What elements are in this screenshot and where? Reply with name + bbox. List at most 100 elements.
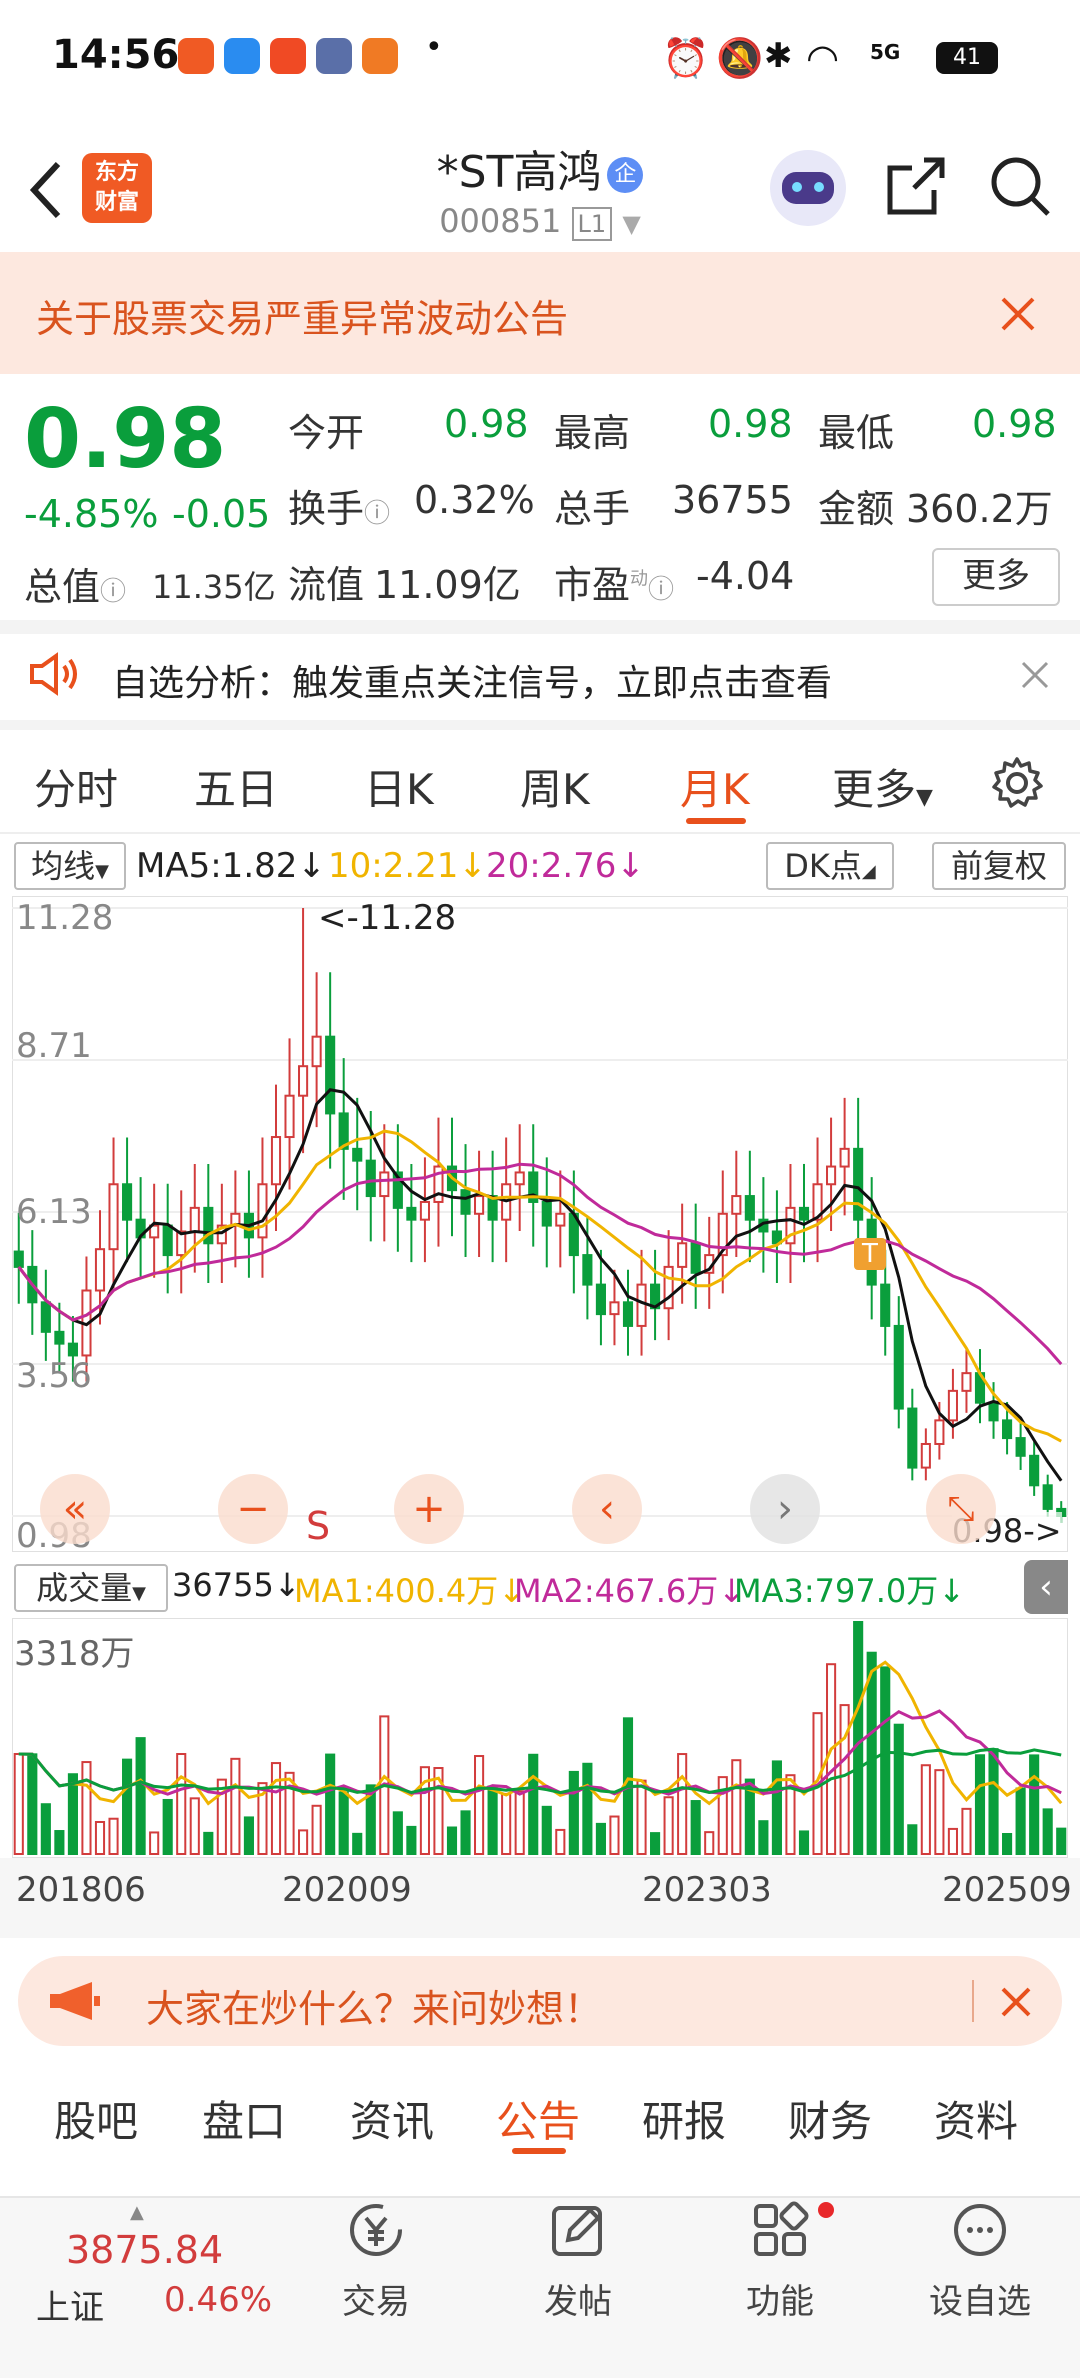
market-cap-label: 总值ⓘ (24, 556, 126, 611)
status-bar: 14:56 • ⏰ 🔕 ✱ ◠ 5G 41 (0, 0, 1080, 110)
volume-label: 总手 (554, 487, 631, 531)
max-price-marker: <-11.28 (318, 898, 457, 938)
y-axis-label: 8.71 (16, 1026, 92, 1066)
settings-gear-icon[interactable] (990, 756, 1044, 810)
tab-news[interactable]: 资讯 (350, 2088, 434, 2149)
tab-order-book[interactable]: 盘口 (202, 2088, 286, 2149)
level-badge: L1 (571, 207, 613, 241)
battery-level: 41 (953, 45, 981, 70)
open-label: 今开 (288, 411, 365, 455)
zoom-in-icon[interactable]: + (394, 1474, 464, 1544)
active-tab-indicator (686, 818, 746, 824)
notification-dot (818, 2202, 834, 2218)
stock-code: 000851 (439, 202, 562, 240)
wifi-icon: ◠ (806, 36, 840, 80)
kline-chart[interactable] (12, 896, 1068, 1552)
index-name[interactable]: 上证 (36, 2280, 104, 2329)
low-label: 最低 (818, 411, 895, 455)
status-time: 14:56 (52, 32, 180, 78)
app-notification-icon (362, 38, 398, 74)
nav-trade[interactable]: 交易 (296, 2200, 456, 2323)
y-axis-label: 3.56 (16, 1356, 92, 1396)
collapse-panel-icon[interactable]: ‹ (1024, 1560, 1068, 1614)
expand-caret-icon[interactable]: ▲ (130, 2202, 144, 2223)
tab-weekly-k[interactable]: 周K (520, 756, 590, 817)
dropdown-arrow-icon: ▼ (132, 1583, 146, 1604)
x-axis-area (0, 1858, 1080, 1938)
app-notification-icon (316, 38, 352, 74)
tab-profile[interactable]: 资料 (934, 2088, 1018, 2149)
analysis-text: 自选分析：触发重点关注信号，立即点击查看 (112, 663, 833, 704)
x-axis-label: 202303 (642, 1870, 772, 1910)
nav-functions[interactable]: 功能 (700, 2200, 860, 2323)
share-icon[interactable] (884, 154, 948, 218)
tab-daily-k[interactable]: 日K (364, 756, 434, 817)
ma10-legend: 10:2.21↓ (328, 846, 487, 886)
functions-grid-icon (754, 2201, 809, 2256)
chevron-down-icon: ▼ (622, 210, 641, 238)
x-axis-label: 202009 (282, 1870, 412, 1910)
ma-type-select[interactable]: 均线▼ (14, 842, 126, 890)
market-cap-value: 11.35亿 (152, 568, 276, 606)
zoom-out-icon[interactable]: − (218, 1474, 288, 1544)
info-icon[interactable]: ⓘ (100, 577, 126, 607)
y-axis-label: 6.13 (16, 1192, 92, 1232)
stock-header: 东方 财富 *ST高鸿企 000851 L1 ▼ (0, 130, 1080, 250)
pe-label: 市盈动ⓘ (554, 554, 674, 609)
announcement-banner[interactable]: 关于股票交易严重异常波动公告 (0, 252, 1080, 374)
separator (972, 1980, 974, 2022)
float-cap-label: 流值 (288, 563, 365, 607)
trade-yen-icon (350, 2204, 402, 2256)
promo-text: 大家在炒什么？来问妙想！ (146, 1987, 603, 2031)
index-value[interactable]: 3875.84 (66, 2228, 223, 2272)
float-cap-value: 11.09亿 (374, 563, 521, 607)
indicator-select[interactable]: 成交量▼ (14, 1564, 168, 1612)
divider (0, 832, 1080, 834)
edit-post-icon (552, 2206, 602, 2256)
battery-icon: 41 (936, 42, 998, 74)
tab-monthly-k[interactable]: 月K (680, 756, 750, 817)
tab-financials[interactable]: 财务 (788, 2088, 872, 2149)
adjust-price-button[interactable]: 前复权 (932, 842, 1066, 890)
close-icon[interactable] (1000, 296, 1036, 332)
tab-more[interactable]: 更多▼ (832, 756, 933, 817)
volume-value: 36755 (672, 478, 793, 522)
scroll-left-icon[interactable]: ‹ (572, 1474, 642, 1544)
analysis-banner[interactable]: 自选分析：触发重点关注信号，立即点击查看 (0, 634, 1080, 720)
info-icon[interactable]: ⓘ (648, 575, 674, 605)
active-tab-indicator (512, 2148, 566, 2154)
more-dot-icon: • (425, 30, 443, 65)
info-icon[interactable]: ⓘ (364, 499, 390, 529)
tab-forum[interactable]: 股吧 (54, 2088, 138, 2149)
tab-five-day[interactable]: 五日 (194, 756, 278, 817)
t-signal-marker[interactable]: T (854, 1238, 886, 1270)
nav-add-watchlist[interactable]: 设自选 (900, 2200, 1060, 2323)
search-icon[interactable] (988, 154, 1054, 220)
dropdown-arrow-icon: ◢ (861, 861, 876, 882)
nav-trade-label: 交易 (342, 2282, 410, 2322)
ai-prompt-banner[interactable]: 大家在炒什么？来问妙想！ (18, 1956, 1062, 2046)
close-icon[interactable] (1000, 1986, 1032, 2018)
vol-ma2-legend: MA2:467.6万↓ (514, 1572, 746, 1610)
close-icon[interactable] (1020, 660, 1050, 690)
tab-intraday[interactable]: 分时 (34, 756, 118, 817)
tab-research[interactable]: 研报 (642, 2088, 726, 2149)
fullscreen-icon[interactable]: ⤡ (926, 1474, 996, 1544)
amount-value: 360.2万 (906, 487, 1053, 531)
scroll-right-icon[interactable]: › (750, 1474, 820, 1544)
volume-chart[interactable] (12, 1618, 1068, 1858)
more-button[interactable]: 更多 (932, 548, 1060, 606)
index-change[interactable]: 0.46% (164, 2280, 272, 2320)
nav-post[interactable]: 发帖 (498, 2200, 658, 2323)
s-signal-marker[interactable]: S (306, 1504, 330, 1548)
current-price: 0.98 (24, 392, 227, 487)
ma20-legend: 20:2.76↓ (486, 846, 645, 886)
speaker-icon (30, 652, 77, 696)
divider (0, 720, 1080, 730)
scroll-start-icon[interactable]: « (40, 1474, 110, 1544)
ai-robot-avatar-icon[interactable] (770, 150, 846, 226)
dk-point-select[interactable]: DK点◢ (766, 842, 894, 890)
tab-announcements[interactable]: 公告 (496, 2088, 580, 2149)
announcement-text: 关于股票交易严重异常波动公告 (36, 297, 569, 341)
nav-functions-label: 功能 (746, 2282, 814, 2322)
